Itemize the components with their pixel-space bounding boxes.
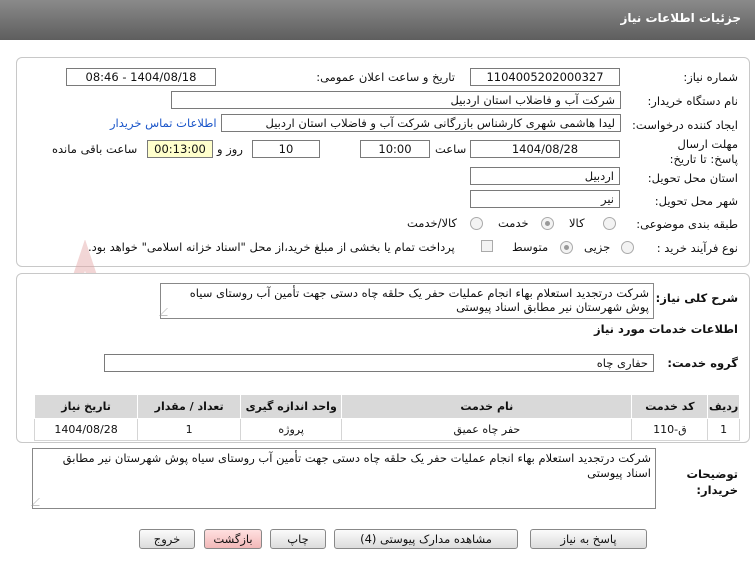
buyer-notes-textarea[interactable]: شرکت درتجدید استعلام بهاء انجام عملیات ح… <box>31 448 656 509</box>
deadline-time-label: ساعت <box>435 142 467 156</box>
resize-handle[interactable] <box>31 498 47 506</box>
process-option-minor: جزیی <box>584 240 611 254</box>
process-radio-medium[interactable] <box>560 241 573 254</box>
details-panel <box>16 57 750 267</box>
cell-need-date: 1404/08/28 <box>33 418 139 441</box>
col-header-need-date: تاریخ نیاز <box>33 394 139 419</box>
description-text: شرکت درتجدید استعلام بهاء انجام عملیات ح… <box>189 286 649 314</box>
buyer-org-label: نام دستگاه خریدار: <box>647 94 738 108</box>
respond-button[interactable]: پاسخ به نیاز <box>530 529 647 549</box>
process-option-medium: متوسط <box>512 240 549 254</box>
remaining-time-label: ساعت باقی مانده <box>52 142 138 156</box>
table-row[interactable]: 1 ق-110 حفر چاه عمیق پروژه 1 1404/08/28 <box>33 418 740 441</box>
city-label: شهر محل تحویل: <box>654 194 738 208</box>
page-title: جزئیات اطلاعات نیاز <box>620 11 741 25</box>
page-header: جزئیات اطلاعات نیاز <box>0 0 755 40</box>
cell-quantity: 1 <box>137 418 242 441</box>
print-button[interactable]: چاپ <box>270 529 326 549</box>
col-header-service-name: نام خدمت <box>341 394 633 419</box>
buyer-org-field: شرکت آب و فاضلاب استان اردبیل <box>171 91 621 109</box>
description-label: شرح کلی نیاز: <box>655 291 738 305</box>
category-radio-goods[interactable] <box>603 217 616 230</box>
need-number-label: شماره نیاز: <box>683 70 738 84</box>
col-header-row-number: ردیف <box>707 394 740 419</box>
cell-unit: پروژه <box>240 418 343 441</box>
category-radio-goods-service[interactable] <box>470 217 483 230</box>
category-option-goods-service: کالا/خدمت <box>407 216 458 230</box>
deadline-label: مهلت ارسال پاسخ: تا تاریخ: <box>669 137 738 166</box>
col-header-quantity: تعداد / مقدار <box>137 394 242 419</box>
deadline-time-field: 10:00 <box>360 140 430 158</box>
province-field: اردبیل <box>470 167 620 185</box>
need-number-field: 1104005202000327 <box>470 68 620 86</box>
service-group-label: گروه خدمت: <box>667 356 738 370</box>
deadline-days-label: روز و <box>217 142 243 156</box>
requester-field: لیدا هاشمی شهری کارشناس بازرگانی شرکت آب… <box>221 114 621 132</box>
requester-label: ایجاد کننده درخواست: <box>632 118 738 132</box>
deadline-days-field: 10 <box>252 140 320 158</box>
cell-service-name: حفر چاه عمیق <box>341 418 633 441</box>
category-label: طبقه بندی موضوعی: <box>636 217 738 231</box>
description-textarea[interactable]: شرکت درتجدید استعلام بهاء انجام عملیات ح… <box>159 283 654 319</box>
services-table: ردیف کد خدمت نام خدمت واحد اندازه گیری ت… <box>33 394 740 441</box>
deadline-date-field: 1404/08/28 <box>470 140 620 158</box>
services-section-title: اطلاعات خدمات مورد نیاز <box>594 322 738 336</box>
col-header-service-code: کد خدمت <box>631 394 709 419</box>
table-header-row: ردیف کد خدمت نام خدمت واحد اندازه گیری ت… <box>33 394 740 419</box>
col-header-unit: واحد اندازه گیری <box>240 394 343 419</box>
cell-service-code: ق-110 <box>631 418 709 441</box>
buyer-notes-label: توضیحات خریدار: <box>686 467 739 497</box>
category-option-goods: کالا <box>569 216 585 230</box>
announce-datetime-label: تاریخ و ساعت اعلان عمومی: <box>316 70 455 84</box>
back-button[interactable]: بازگشت <box>204 529 262 549</box>
cell-row-number: 1 <box>707 418 740 441</box>
province-label: استان محل تحویل: <box>647 171 738 185</box>
attachments-button[interactable]: مشاهده مدارک پیوستی (4) <box>334 529 518 549</box>
remaining-time-field: 00:13:00 <box>147 140 213 158</box>
buyer-notes-text: شرکت درتجدید استعلام بهاء انجام عملیات ح… <box>62 451 651 480</box>
treasury-payment-note: پرداخت تمام یا بخشی از مبلغ خرید،از محل … <box>88 240 455 254</box>
announce-datetime-field: 1404/08/18 - 08:46 <box>66 68 216 86</box>
city-field: نیر <box>470 190 620 208</box>
exit-button[interactable]: خروج <box>139 529 195 549</box>
service-group-field: حفاری چاه <box>104 354 654 372</box>
resize-handle[interactable] <box>159 308 175 316</box>
treasury-payment-checkbox[interactable] <box>481 240 493 252</box>
process-type-label: نوع فرآیند خرید : <box>656 241 738 255</box>
category-option-service: خدمت <box>498 216 529 230</box>
process-radio-minor[interactable] <box>621 241 634 254</box>
category-radio-service[interactable] <box>541 217 554 230</box>
buyer-contact-link[interactable]: اطلاعات تماس خریدار <box>110 116 217 130</box>
